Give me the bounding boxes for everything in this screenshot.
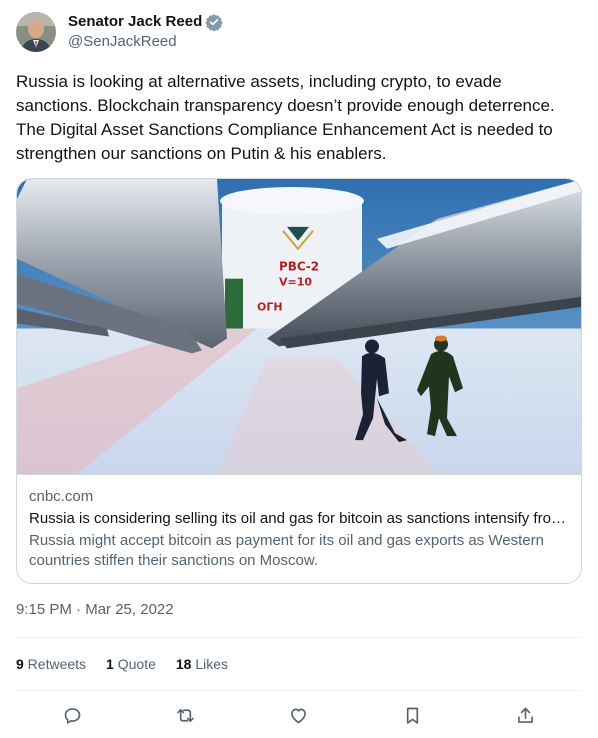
tweet-text: Russia is looking at alternative assets,… [16, 72, 560, 163]
timestamp-time[interactable]: 9:15 PM [16, 601, 72, 618]
like-button[interactable] [282, 698, 316, 732]
quotes-label: Quote [113, 656, 156, 672]
card-domain: cnbc.com [29, 488, 94, 505]
divider-bottom [16, 690, 582, 691]
engagement-stats: 9 Retweets 1 Quote 18 Likes [16, 654, 248, 674]
tank-label-1: РВС-2 [279, 260, 319, 274]
bookmark-icon [406, 707, 418, 724]
author-handle[interactable]: @SenJackReed [68, 32, 223, 52]
reply-icon [64, 707, 81, 724]
bookmark-button[interactable] [395, 698, 429, 732]
likes-stat[interactable]: 18 Likes [176, 654, 228, 674]
quotes-count: 1 [106, 656, 114, 672]
tweet-header: Senator Jack Reed @SenJackReed [16, 12, 582, 52]
share-button[interactable] [508, 698, 542, 732]
quotes-stat[interactable]: 1 Quote [106, 654, 156, 674]
retweet-button[interactable] [169, 698, 203, 732]
likes-count: 18 [175, 656, 192, 672]
timestamp-separator: · [71, 601, 86, 618]
tank-label-3: ОГН [257, 301, 283, 314]
card-description: Russia might accept bitcoin as payment f… [29, 532, 544, 569]
retweets-count: 9 [16, 656, 24, 672]
author-names: Senator Jack Reed @SenJackReed [68, 12, 223, 52]
display-name[interactable]: Senator Jack Reed [68, 12, 202, 32]
verified-badge-icon[interactable] [205, 13, 223, 32]
reply-button[interactable] [56, 698, 90, 732]
card-image[interactable]: РВС-2 V=10 ОГН [17, 179, 582, 475]
tweet-timestamp: 9:15 PM · Mar 25, 2022 [16, 600, 174, 620]
link-preview-card[interactable]: РВС-2 V=10 ОГН cnbc.com Russia is consid… [16, 178, 582, 584]
card-title[interactable]: Russia is considering selling its oil an… [29, 509, 569, 529]
divider-top [16, 637, 582, 638]
tank-label-2: V=10 [279, 276, 312, 289]
retweet-icon [177, 708, 195, 722]
share-icon [517, 707, 533, 723]
retweets-label: Retweets [23, 656, 87, 672]
likes-label: Likes [191, 656, 229, 672]
timestamp-date[interactable]: Mar 25, 2022 [85, 601, 173, 618]
retweets-stat[interactable]: 9 Retweets [16, 654, 86, 674]
display-name-row: Senator Jack Reed [68, 12, 223, 32]
card-body[interactable]: cnbc.com Russia is considering selling i… [17, 475, 581, 571]
like-icon [291, 708, 307, 723]
action-bar [16, 698, 582, 732]
author-avatar[interactable] [16, 12, 56, 52]
